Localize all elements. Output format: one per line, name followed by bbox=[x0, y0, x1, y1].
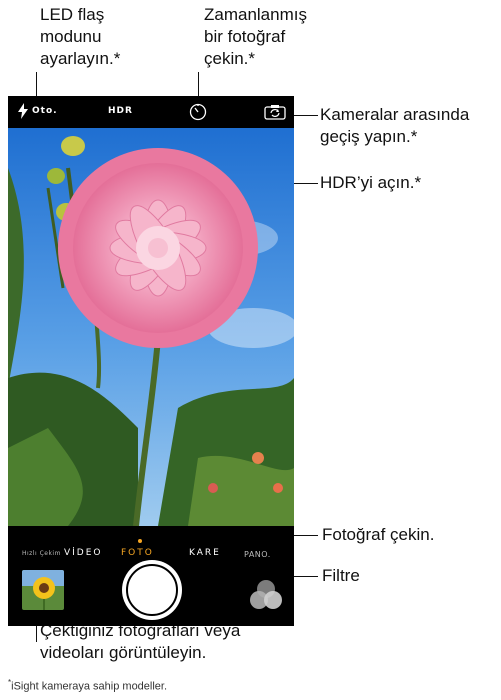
filters-icon[interactable] bbox=[248, 578, 284, 614]
lightning-bolt-icon bbox=[18, 103, 28, 119]
switch-camera-callout-line-2: geçiş yapın.* bbox=[320, 127, 418, 146]
mode-pano[interactable]: PANO. bbox=[244, 550, 271, 559]
sunflower-thumbnail-image bbox=[22, 570, 64, 610]
view-photos-callout-line-2: videoları görüntüleyin. bbox=[40, 643, 207, 662]
timer-icon[interactable] bbox=[189, 103, 207, 121]
flash-callout-line-2: modunu bbox=[40, 27, 102, 46]
timer-callout-line-2: bir fotoğraf bbox=[204, 27, 286, 46]
footnote: *iSight kameraya sahip modeller. bbox=[8, 678, 167, 693]
shutter-button[interactable] bbox=[122, 560, 182, 620]
timer-callout: Zamanlanmış bir fotoğraf çekin.* bbox=[204, 4, 307, 70]
hdr-callout: HDR’yi açın.* bbox=[320, 173, 422, 192]
camera-switch-icon[interactable] bbox=[264, 104, 286, 120]
flash-button[interactable]: Oto. bbox=[16, 102, 66, 122]
shutter-button-inner bbox=[126, 564, 178, 616]
viewfinder-image bbox=[8, 128, 294, 526]
flash-callout-line-3: ayarlayın.* bbox=[40, 49, 121, 68]
switch-camera-callout-line-1: Kameralar arasında bbox=[320, 105, 470, 124]
active-mode-indicator bbox=[138, 539, 142, 543]
hdr-button[interactable]: HDR bbox=[108, 106, 133, 116]
dahlia-flower-photo bbox=[8, 128, 294, 526]
timer-callout-line-1: Zamanlanmış bbox=[204, 5, 307, 24]
camera-screen: Oto. HDR Hızlı Çekim VİDEO FOTO KARE PAN… bbox=[8, 96, 294, 626]
flash-callout-line-1: LED flaş bbox=[40, 5, 105, 24]
footnote-text: iSight kameraya sahip modeller. bbox=[11, 680, 168, 693]
timer-callout-line-3: çekin.* bbox=[204, 49, 256, 68]
mode-square[interactable]: KARE bbox=[189, 548, 221, 558]
flash-callout: LED flaş modunu ayarlayın.* bbox=[40, 4, 120, 70]
mode-timelapse[interactable]: Hızlı Çekim bbox=[22, 550, 61, 557]
camera-top-bar: Oto. HDR bbox=[8, 96, 294, 128]
switch-camera-callout: Kameralar arasında geçiş yapın.* bbox=[320, 104, 469, 148]
take-photo-callout: Fotoğraf çekin. bbox=[322, 525, 435, 544]
view-photos-callout: Çektiğiniz fotoğrafları veya videoları g… bbox=[40, 620, 240, 664]
mode-photo[interactable]: FOTO bbox=[121, 548, 154, 558]
mode-video[interactable]: VİDEO bbox=[64, 548, 103, 558]
flash-mode-label: Oto. bbox=[32, 106, 58, 116]
camera-bottom-bar: Hızlı Çekim VİDEO FOTO KARE PANO. bbox=[8, 526, 294, 626]
filters-callout: Filtre bbox=[322, 566, 360, 585]
photo-thumbnail[interactable] bbox=[22, 570, 64, 610]
